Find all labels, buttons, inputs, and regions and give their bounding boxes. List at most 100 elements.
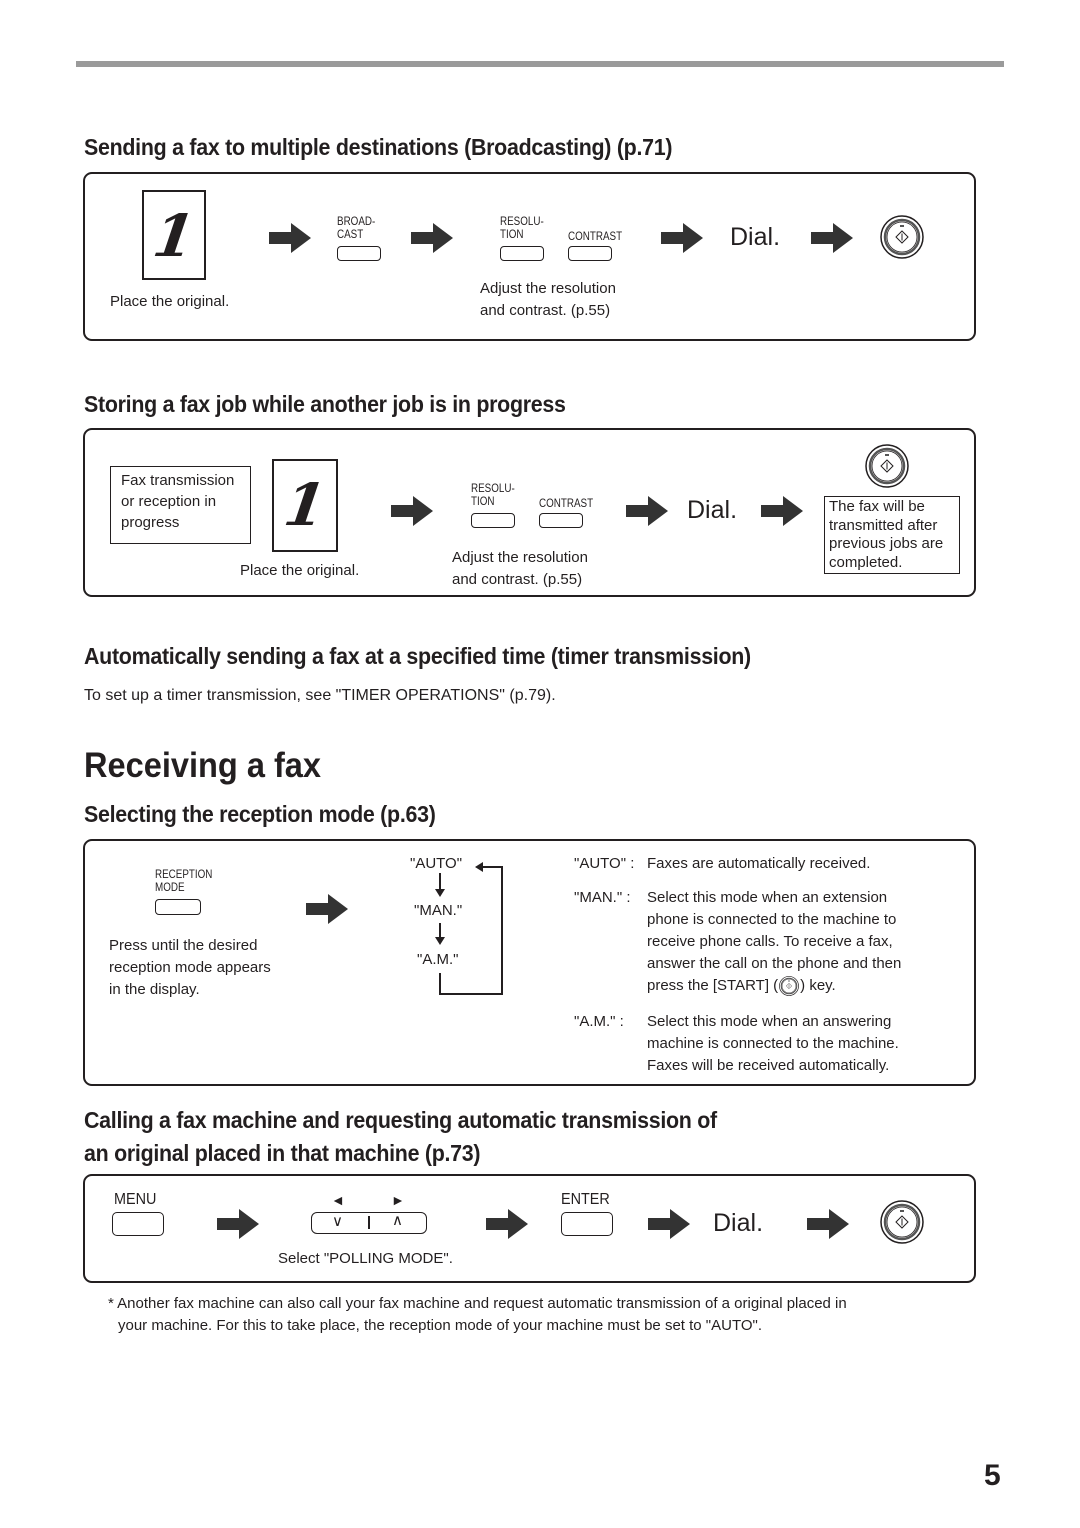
- arrow-right-icon: [648, 1209, 690, 1239]
- start-key-icon[interactable]: [880, 1200, 926, 1246]
- reception-mode-key[interactable]: [155, 899, 201, 915]
- return-arrow-head: [475, 862, 483, 872]
- key-divider: [368, 1216, 370, 1229]
- start-key-icon[interactable]: [865, 444, 911, 490]
- broadcast-key-label-line2: CAST: [337, 227, 364, 241]
- storing-panel: Fax transmission or reception in progres…: [83, 428, 976, 597]
- arrow-right-icon: [306, 894, 348, 924]
- mode-label-am: "A.M." :: [574, 1013, 624, 1030]
- mode-desc-man-line4: answer the call on the phone and then: [647, 955, 902, 972]
- reception-key-label-line2: MODE: [155, 880, 185, 894]
- arrow-right-icon: [486, 1209, 528, 1239]
- broadcast-key[interactable]: [337, 246, 381, 261]
- mode-desc-am-line2: machine is connected to the machine.: [647, 1035, 899, 1052]
- resolution-key-label: RESOLU- TION: [500, 215, 544, 241]
- section-title-storing: Storing a fax job while another job is i…: [84, 391, 566, 417]
- section-title-broadcasting: Sending a fax to multiple destinations (…: [84, 134, 673, 160]
- resolution-key-label-line2: TION: [471, 494, 495, 508]
- polling-title-line1: Calling a fax machine and requesting aut…: [84, 1107, 717, 1133]
- transmission-in-progress-box: Fax transmission or reception in progres…: [110, 466, 251, 544]
- arrow-right-icon: [807, 1209, 849, 1239]
- return-loop-line: [439, 866, 503, 995]
- reception-mode-key-label: RECEPTION MODE: [155, 868, 212, 894]
- adjust-note-line1: Adjust the resolution: [452, 549, 588, 566]
- start-key-icon: [779, 976, 800, 996]
- dial-instruction: Dial.: [713, 1209, 764, 1237]
- section-title-reception-mode: Selecting the reception mode (p.63): [84, 801, 436, 827]
- footnote: * Another fax machine can also call your…: [108, 1293, 847, 1337]
- mode-label-man: "MAN." :: [574, 889, 631, 906]
- navigation-key[interactable]: ∨ ∧: [311, 1212, 427, 1234]
- mode-desc-am-line3: Faxes will be received automatically.: [647, 1057, 890, 1074]
- original-document-icon: 1: [272, 459, 338, 552]
- mode-desc-am: Select this mode when an answering machi…: [647, 1011, 899, 1077]
- press-note-line2: reception mode appears: [109, 959, 271, 976]
- mode-desc-auto: Faxes are automatically received.: [647, 855, 871, 872]
- enter-key-label: ENTER: [561, 1191, 610, 1208]
- mode-cycle-arrows: [435, 862, 503, 995]
- mode-desc-man-line2: phone is connected to the machine to: [647, 911, 897, 928]
- mode-label-auto: "AUTO" :: [574, 855, 635, 872]
- status-box-line3: progress: [121, 514, 180, 531]
- reception-mode-panel: RECEPTION MODE Press until the desired r…: [83, 839, 976, 1086]
- left-arrow-label: ◄: [331, 1192, 345, 1208]
- adjust-note-line2: and contrast. (p.55): [480, 302, 611, 319]
- status-box-line2: or reception in: [121, 493, 217, 510]
- start-key-text-post: ) key.: [800, 977, 836, 994]
- resolution-key[interactable]: [500, 246, 544, 261]
- mode-desc-man: Select this mode when an extension phone…: [647, 887, 901, 997]
- status-box-line1: Fax transmission: [121, 472, 235, 489]
- broadcast-panel: 1 Place the original. BROAD- CAST RESOLU…: [83, 172, 976, 341]
- enter-key[interactable]: [561, 1212, 613, 1236]
- arrow-right-icon: [269, 223, 311, 253]
- arrow-right-icon: [661, 223, 703, 253]
- dial-instruction: Dial.: [730, 223, 781, 251]
- place-original-label: Place the original.: [110, 293, 230, 310]
- result-box-line2: transmitted after: [829, 516, 938, 534]
- arrow-right-icon: [411, 223, 453, 253]
- transmitted-after-note-box: The fax will be transmitted after previo…: [824, 496, 960, 574]
- header-rule: [76, 61, 1004, 67]
- mode-desc-man-line1: Select this mode when an extension: [647, 889, 888, 906]
- contrast-key[interactable]: [539, 513, 583, 528]
- adjust-resolution-note: Adjust the resolution and contrast. (p.5…: [480, 278, 616, 322]
- down-arrow-head: [435, 889, 445, 897]
- result-box-line3: previous jobs are: [829, 535, 944, 552]
- resolution-key[interactable]: [471, 513, 515, 528]
- timer-instructions: To set up a timer transmission, see "TIM…: [84, 687, 556, 704]
- arrow-right-icon: [761, 496, 803, 526]
- mode-desc-am-line1: Select this mode when an answering: [647, 1013, 892, 1030]
- press-note-line3: in the display.: [109, 981, 200, 998]
- press-note-line1: Press until the desired: [109, 937, 258, 954]
- footnote-line2: your machine. For this to take place, th…: [118, 1317, 763, 1334]
- result-box-line1: The fax will be: [829, 498, 925, 515]
- footnote-line1: * Another fax machine can also call your…: [108, 1295, 847, 1312]
- adjust-resolution-note: Adjust the resolution and contrast. (p.5…: [452, 547, 588, 591]
- contrast-key-label: CONTRAST: [568, 229, 623, 243]
- start-key-icon[interactable]: [880, 215, 926, 261]
- polling-title-line2: an original placed in that machine (p.73…: [84, 1140, 481, 1166]
- adjust-note-line2: and contrast. (p.55): [452, 571, 583, 588]
- down-key[interactable]: ∨: [332, 1213, 343, 1231]
- arrow-right-icon: [811, 223, 853, 253]
- up-key[interactable]: ∧: [392, 1212, 403, 1230]
- original-document-icon: 1: [142, 190, 206, 280]
- arrow-right-icon: [626, 496, 668, 526]
- polling-panel: MENU ◄ ► ∨ ∧ Select "POLLING MODE". ENTE…: [83, 1174, 976, 1283]
- start-key-text-pre: press the [START] (: [647, 977, 779, 994]
- result-box-line4: completed.: [829, 553, 903, 571]
- document-digit: 1: [280, 471, 330, 539]
- section-title-timer: Automatically sending a fax at a specifi…: [84, 643, 751, 669]
- contrast-key[interactable]: [568, 246, 612, 261]
- section-title-polling: Calling a fax machine and requesting aut…: [84, 1104, 717, 1170]
- press-until-note: Press until the desired reception mode a…: [109, 935, 271, 1001]
- select-polling-mode-note: Select "POLLING MODE".: [278, 1250, 453, 1267]
- adjust-note-line1: Adjust the resolution: [480, 280, 616, 297]
- page-heading-receiving: Receiving a fax: [84, 746, 322, 785]
- menu-key[interactable]: [112, 1212, 164, 1236]
- mode-desc-man-line3: receive phone calls. To receive a fax,: [647, 933, 893, 950]
- broadcast-key-label: BROAD- CAST: [337, 215, 375, 241]
- document-digit: 1: [149, 202, 199, 270]
- resolution-key-label-line2: TION: [500, 227, 524, 241]
- dial-instruction: Dial.: [687, 496, 738, 524]
